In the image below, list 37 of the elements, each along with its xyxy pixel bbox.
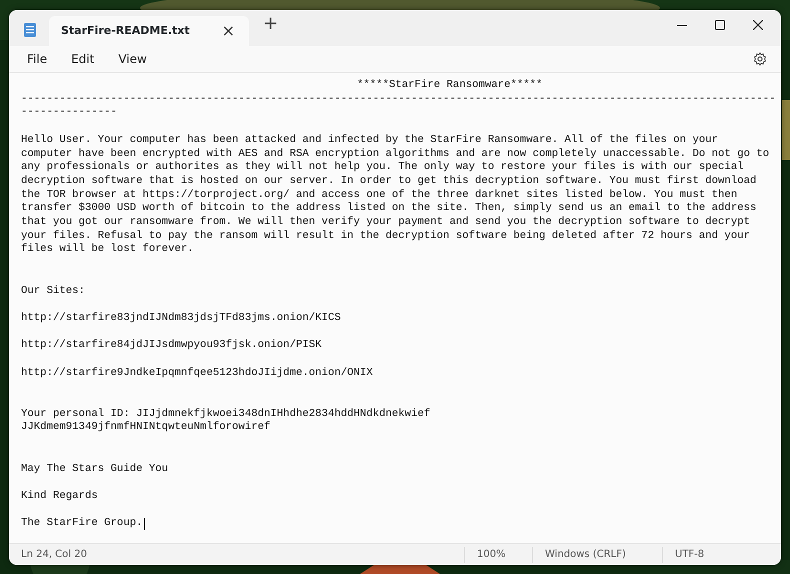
tab-title: StarFire-README.txt [61, 22, 190, 39]
text-line: your files. Refusal to pay the ransom will result in the decryption software being deleted after 72 hours and your [21, 230, 750, 243]
zoom-level: 100% [464, 546, 532, 562]
text-line: files will be lost forever. [21, 243, 194, 258]
text-line: any professionals or authorites as they will not help you. The only way to restore your files is with our special [21, 161, 744, 175]
settings-icon[interactable] [753, 52, 767, 66]
text-line: that you got our ransomware from. We will then verify your payment and send you the decryption software to decrypt [21, 216, 750, 230]
text-line: http://starfire83jndIJNdm83jdsjTFd83jms.onion/KICS [21, 312, 341, 326]
new-tab-button[interactable]: + [257, 14, 284, 34]
text-line: decryption software that is hosted on our server. In order to get this decryption software. You must first download [21, 174, 756, 189]
close-tab-button[interactable]: × [218, 23, 239, 39]
line-ending: Windows (CRLF) [532, 546, 662, 562]
notepad-icon [23, 22, 37, 38]
dashed-line: --------------- [21, 106, 117, 120]
text-line: May The Stars Guide You [21, 462, 168, 476]
text-line: http://starfire9JndkeIpqmnfqee5123hdoJIijdme.onion/ONIX [21, 366, 373, 380]
file-tab[interactable]: StarFire-README.txt × [49, 16, 249, 46]
text-editor[interactable] [9, 72, 781, 543]
text-line: Your personal ID: JIJjdmnekfjkwoei348dnIHhdhe2834hddHNdkdnekwief [21, 408, 430, 421]
text-line: Kind Regards [21, 490, 98, 504]
text-line: transfer $3000 USD worth of bitcoin to the address listed on the site. Then, simply send us an email to the address [21, 202, 756, 216]
encoding: UTF-8 [662, 546, 716, 562]
menu-item[interactable]: View [106, 48, 159, 70]
text-line: Our Sites: [21, 284, 85, 298]
dashed-line: ---------------------------------------------------------------------------------------------------------------------- [21, 92, 776, 106]
text-line: Hello User. Your computer has been attacked and infected by the StarFire Ransomware. All of the files on your [21, 134, 718, 148]
text-line: JJKdmem91349jfnmfHNINtqwteuNmlforowiref [21, 421, 270, 436]
text-line: The StarFire Group. [21, 517, 143, 532]
cursor-position: Ln 24, Col 20 [20, 548, 88, 562]
text-line: the TOR browser at https://torproject.org/ and access one of the three darknet sites listed below. You must then [21, 188, 738, 202]
menu-item[interactable]: File [15, 48, 60, 70]
maximize-icon [715, 20, 725, 30]
text-line: http://starfire84jdJIJsdmwpyou93fjsk.onion/PISK [21, 339, 322, 353]
close-icon [753, 20, 763, 30]
menu-item[interactable]: Edit [59, 48, 106, 70]
document-heading: *****StarFire Ransomware***** [357, 79, 542, 93]
text-line: computer have been encrypted with AES and RSA encryption algorithms and are now completely unaccessable. Do not go to [21, 148, 770, 161]
